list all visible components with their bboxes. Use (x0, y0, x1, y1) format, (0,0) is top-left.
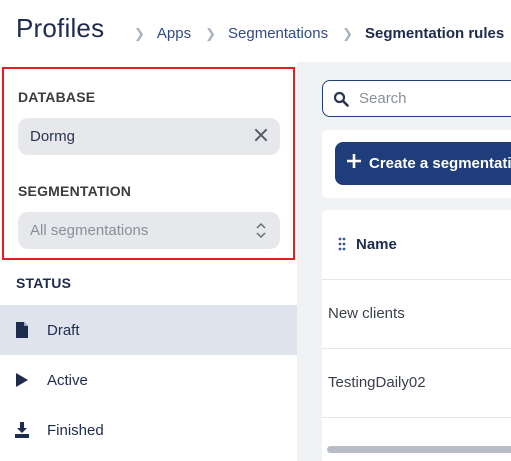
table-header: Name (322, 210, 511, 280)
search-input[interactable]: Search (322, 80, 511, 117)
horizontal-scrollbar[interactable] (327, 446, 511, 453)
document-icon (16, 322, 28, 338)
table-row[interactable]: New clients (322, 280, 511, 349)
chevron-updown-icon (256, 222, 266, 239)
status-item-label: Finished (47, 421, 104, 439)
download-icon (15, 422, 29, 438)
filter-panel: DATABASE Dormg SEGMENTATION All segmenta… (2, 67, 295, 260)
chevron-right-icon: ❯ (134, 25, 145, 41)
table-row[interactable]: TestingDaily02 (322, 349, 511, 418)
actions-card: Create a segmentatio (322, 130, 511, 198)
search-icon (333, 91, 349, 107)
status-item-draft[interactable]: Draft (0, 305, 297, 355)
clear-icon[interactable] (254, 128, 268, 142)
status-item-finished[interactable]: Finished (0, 405, 297, 455)
column-header-name[interactable]: Name (356, 236, 397, 253)
main-content: Search Create a segmentatio Name New cli… (297, 62, 511, 461)
drag-handle-icon[interactable] (338, 237, 346, 251)
header: Profiles ❯ Apps ❯ Segmentations ❯ Segmen… (0, 0, 511, 62)
search-placeholder: Search (359, 90, 407, 107)
play-icon (16, 373, 28, 387)
breadcrumb-segmentation-rules[interactable]: Segmentation rules (365, 25, 504, 42)
status-item-active[interactable]: Active (0, 355, 297, 405)
segmentation-placeholder: All segmentations (30, 222, 149, 239)
breadcrumb-segmentations[interactable]: Segmentations (228, 25, 328, 42)
database-value: Dormg (30, 128, 76, 145)
status-label: STATUS (16, 275, 72, 291)
breadcrumb-apps[interactable]: Apps (157, 25, 191, 42)
page-title: Profiles (16, 13, 105, 43)
sidebar: DATABASE Dormg SEGMENTATION All segmenta… (0, 62, 297, 461)
database-select[interactable]: Dormg (18, 118, 280, 155)
status-item-label: Active (47, 371, 88, 389)
status-item-label: Draft (47, 321, 80, 339)
plus-icon (347, 154, 361, 168)
segmentation-label: SEGMENTATION (18, 183, 132, 199)
breadcrumb: ❯ Apps ❯ Segmentations ❯ Segmentation ru… (134, 25, 511, 42)
segmentation-table: Name New clients TestingDaily02 (322, 210, 511, 461)
create-button-label: Create a segmentatio (369, 155, 511, 172)
create-segmentation-button[interactable]: Create a segmentatio (335, 142, 511, 185)
chevron-right-icon: ❯ (205, 25, 217, 41)
database-label: DATABASE (18, 89, 96, 105)
segmentation-select[interactable]: All segmentations (18, 212, 280, 249)
table-cell-name: New clients (328, 305, 405, 322)
table-cell-name: TestingDaily02 (328, 374, 426, 391)
chevron-right-icon: ❯ (342, 25, 353, 41)
